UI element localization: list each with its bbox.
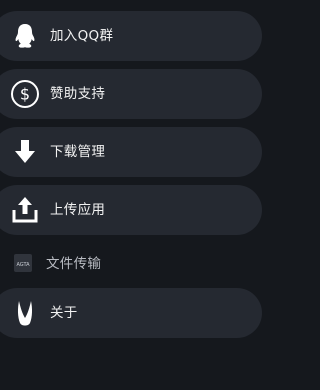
menu-item-sponsor-support[interactable]: $ 赞助支持 xyxy=(0,69,262,119)
menu-item-label: 加入QQ群 xyxy=(50,28,114,44)
menu-item-file-transfer[interactable]: AGTA 文件传输 xyxy=(0,242,272,286)
dollar-circle-icon: $ xyxy=(10,79,40,109)
app-logo-icon: AGTA xyxy=(14,254,32,272)
menu-item-join-qq-group[interactable]: 加入QQ群 xyxy=(0,11,262,61)
menu-item-label: 文件传输 xyxy=(46,256,102,272)
qq-penguin-icon xyxy=(10,21,40,51)
upload-tray-icon xyxy=(10,195,40,225)
app-logo-text: AGTA xyxy=(16,262,30,268)
menu-item-label: 关于 xyxy=(50,305,78,321)
download-arrow-icon xyxy=(10,137,40,167)
menu-item-label: 上传应用 xyxy=(50,202,106,218)
menu-item-download-management[interactable]: 下载管理 xyxy=(0,127,262,177)
menu-item-upload-app[interactable]: 上传应用 xyxy=(0,185,262,235)
menu-item-about[interactable]: 关于 xyxy=(0,288,262,338)
side-menu: 加入QQ群 $ 赞助支持 下载管理 上传应用 AGTA 文件传输 关于 xyxy=(0,0,272,390)
menu-item-label: 下载管理 xyxy=(50,144,106,160)
svg-text:$: $ xyxy=(20,85,30,104)
menu-item-label: 赞助支持 xyxy=(50,86,106,102)
horn-logo-icon xyxy=(10,298,40,328)
